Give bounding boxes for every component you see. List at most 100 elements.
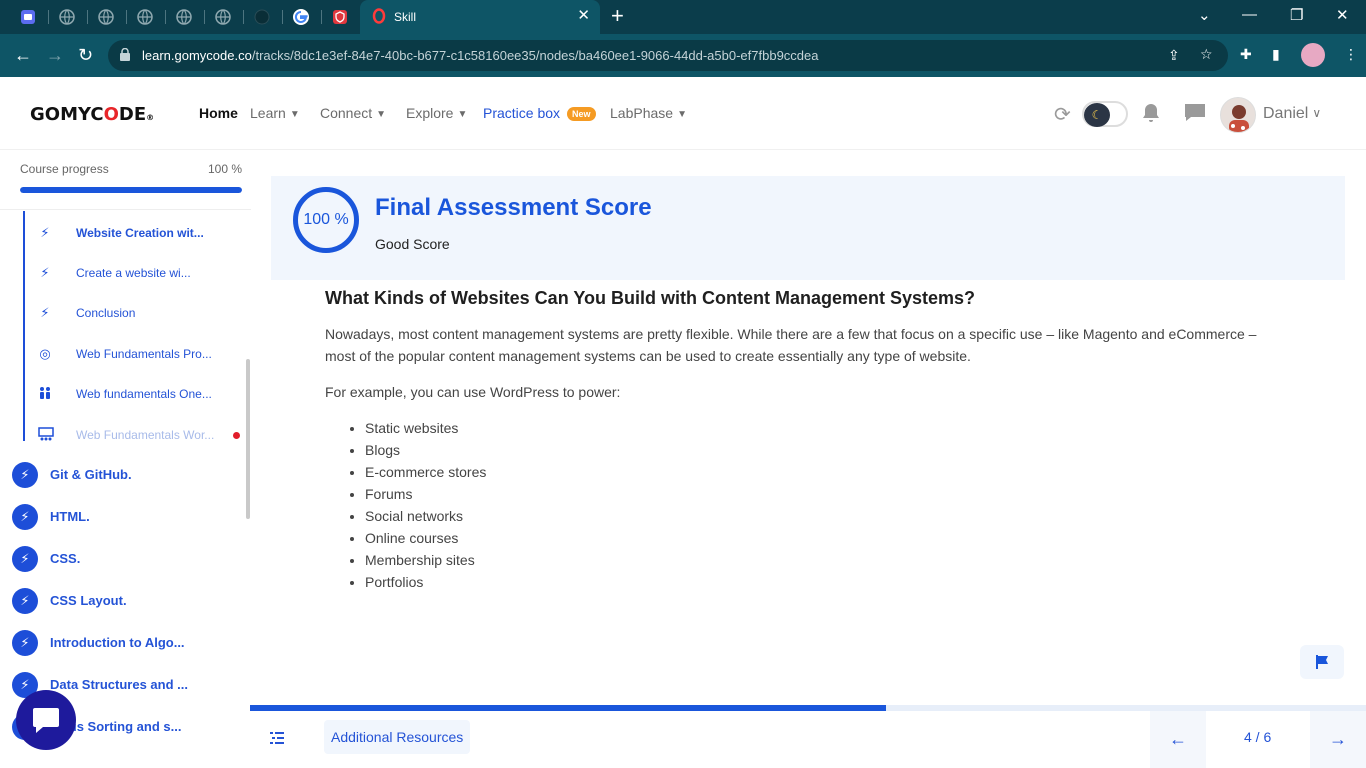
flag-icon	[1316, 655, 1328, 669]
list-item: Social networks	[365, 505, 1275, 527]
additional-resources-button[interactable]: Additional Resources	[324, 720, 471, 754]
lesson-item[interactable]: ⚡ Website Creation wit...	[24, 213, 242, 253]
lesson-item[interactable]: ⚡ Create a website wi...	[24, 253, 242, 293]
module-label: HTML.	[50, 509, 90, 524]
course-sidebar: Course progress 100 % ⚡ Website Creation…	[0, 151, 251, 768]
list-item: Membership sites	[365, 549, 1275, 571]
module-label: Data Structures and ...	[50, 677, 188, 692]
shield-tab-icon[interactable]	[330, 7, 350, 27]
lesson-item[interactable]: ⚡ Conclusion	[24, 293, 242, 333]
extensions-icon[interactable]: ✚	[1240, 46, 1252, 63]
target-icon: ◎	[39, 346, 51, 361]
outline-list-icon[interactable]	[268, 729, 290, 751]
bookmark-star-icon[interactable]: ☆	[1200, 46, 1213, 63]
lesson-item[interactable]: ◎ Web Fundamentals Pro...	[24, 334, 242, 374]
forward-icon[interactable]: →	[46, 44, 64, 66]
module-item[interactable]: ⚡ CSS Layout.	[12, 586, 242, 616]
lesson-label: Web Fundamentals Wor...	[76, 428, 215, 442]
progress-percent: 100 %	[207, 162, 242, 176]
chat-support-icon[interactable]	[16, 690, 76, 750]
score-title: Final Assessment Score	[375, 194, 652, 221]
nav-practice-box[interactable]: Practice box	[483, 105, 560, 121]
dark-mode-toggle[interactable]: ☾	[1082, 101, 1128, 127]
article-paragraph: Nowadays, most content management system…	[325, 326, 1257, 364]
globe-tab-icon[interactable]	[174, 7, 194, 27]
bolt-icon: ⚡	[40, 305, 50, 320]
notification-bell-icon[interactable]	[1141, 102, 1161, 130]
bolt-icon: ⚡	[12, 630, 38, 656]
list-item: Online courses	[365, 527, 1275, 549]
user-menu[interactable]: Daniel ∨	[1263, 105, 1321, 123]
dark-tab-icon[interactable]	[252, 7, 272, 27]
profile-avatar-icon[interactable]	[1301, 43, 1325, 67]
nav-labphase[interactable]: LabPhase ▼	[610, 105, 687, 121]
lesson-label: Website Creation wit...	[76, 226, 204, 240]
reload-icon[interactable]: ↻	[78, 44, 93, 66]
tab-search-icon[interactable]: ⌄	[1198, 6, 1211, 24]
back-icon[interactable]: ←	[14, 44, 32, 66]
sidepanel-icon[interactable]: ▮	[1272, 46, 1280, 63]
messages-icon[interactable]	[1183, 102, 1207, 130]
website-types-list: Static websites Blogs E-commerce stores …	[365, 417, 1275, 593]
user-avatar[interactable]	[1220, 97, 1256, 133]
score-subtitle: Good Score	[375, 236, 450, 252]
active-tab-title: Skill	[394, 10, 417, 24]
menu-dots-icon[interactable]: ⋮	[1344, 46, 1358, 63]
globe-tab-icon[interactable]	[96, 7, 116, 27]
sidebar-scrollbar[interactable]	[246, 359, 250, 519]
nav-connect[interactable]: Connect ▼	[320, 105, 386, 121]
close-tab-icon[interactable]: ✕	[577, 6, 590, 24]
list-item: Static websites	[365, 417, 1275, 439]
active-tab[interactable]: Skill ✕	[360, 0, 600, 34]
new-tab-icon[interactable]: +	[611, 4, 624, 28]
new-badge: New	[567, 107, 596, 121]
address-bar[interactable]: learn.gomycode.co/tracks/8dc1e3ef-84e7-4…	[108, 40, 1228, 71]
lesson-label: Web fundamentals One...	[76, 387, 212, 401]
lesson-footer: Additional Resources ← 4 / 6 →	[250, 711, 1366, 768]
globe-tab-icon[interactable]	[135, 7, 155, 27]
module-item[interactable]: ⚡ HTML.	[12, 502, 242, 532]
minimize-icon[interactable]: —	[1242, 6, 1257, 23]
arrow-left-icon: ←	[1169, 729, 1187, 749]
lock-icon	[120, 48, 130, 61]
report-flag-button[interactable]	[1300, 645, 1344, 679]
unread-dot	[233, 432, 240, 439]
globe-tab-icon[interactable]	[57, 7, 77, 27]
prev-page-button[interactable]: ←	[1150, 711, 1206, 768]
app-tab-icon[interactable]	[18, 7, 38, 27]
lesson-item[interactable]: Web fundamentals One...	[24, 374, 242, 414]
sync-icon[interactable]: ⟳	[1054, 102, 1071, 127]
module-item[interactable]: ⚡ CSS.	[12, 544, 242, 574]
module-item[interactable]: ⚡ Git & GitHub.	[12, 460, 242, 490]
moon-icon: ☾	[1084, 103, 1110, 127]
arrow-right-icon: →	[1329, 729, 1347, 749]
close-window-icon[interactable]: ✕	[1336, 6, 1349, 24]
list-item: Blogs	[365, 439, 1275, 461]
list-item: E-commerce stores	[365, 461, 1275, 483]
bolt-icon: ⚡	[40, 225, 50, 240]
next-page-button[interactable]: →	[1310, 711, 1366, 768]
article-heading: What Kinds of Websites Can You Build wit…	[325, 288, 976, 308]
share-icon[interactable]: ⇪	[1168, 47, 1180, 64]
people-icon	[38, 386, 52, 400]
module-item[interactable]: ⚡ Introduction to Algo...	[12, 628, 242, 658]
nav-explore[interactable]: Explore ▼	[406, 105, 467, 121]
bolt-icon: ⚡	[12, 546, 38, 572]
nav-learn[interactable]: Learn ▼	[250, 105, 300, 121]
lesson-label: Create a website wi...	[76, 266, 191, 280]
list-item: Portfolios	[365, 571, 1275, 593]
nav-home[interactable]: Home	[199, 105, 238, 121]
bolt-icon: ⚡	[12, 504, 38, 530]
restore-icon[interactable]: ❐	[1290, 6, 1303, 24]
module-label: CSS Layout.	[50, 593, 127, 608]
module-label: Git & GitHub.	[50, 467, 132, 482]
site-header: GOMYCODE® Home Learn ▼ Connect ▼ Explore ▼ …	[0, 77, 1366, 150]
google-tab-icon[interactable]	[291, 7, 311, 27]
list-item: Forums	[365, 483, 1275, 505]
browser-toolbar: ← → ↻ learn.gomycode.co/tracks/8dc1e3ef-…	[0, 34, 1366, 77]
gomycode-logo[interactable]: GOMYCODE®	[30, 104, 154, 125]
url-text: learn.gomycode.co/tracks/8dc1e3ef-84e7-4…	[142, 48, 819, 63]
globe-tab-icon[interactable]	[213, 7, 233, 27]
lesson-item[interactable]: Web Fundamentals Wor...	[24, 415, 242, 455]
chevron-down-icon: ▼	[376, 109, 387, 120]
